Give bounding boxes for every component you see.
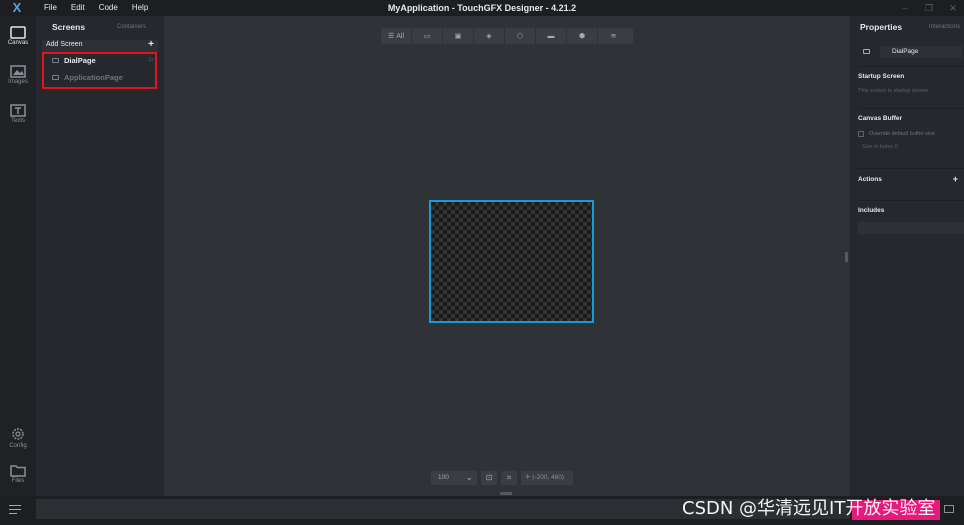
nav-rail: Canvas Images Texts Config Files (0, 16, 36, 496)
rail-canvas-button[interactable]: Canvas (0, 22, 36, 56)
add-action-button[interactable]: + (953, 174, 958, 184)
stack-icon: ≋ (610, 33, 617, 40)
images-icon (10, 65, 26, 78)
startup-screen-title: Startup Screen (858, 73, 905, 80)
actions-title: Actions (858, 176, 882, 183)
crop-icon: ⌗ (506, 473, 512, 482)
panel-splitter-handle[interactable] (845, 252, 848, 262)
includes-section: Includes (858, 207, 964, 214)
layers-icon: ◈ (486, 33, 492, 40)
title-bar: X File Edit Code Help MyApplication - To… (0, 0, 964, 16)
fit-icon: ⊡ (485, 473, 493, 482)
rail-canvas-label: Canvas (7, 40, 29, 46)
touchgfx-logo: X (12, 0, 22, 15)
screen-canvas[interactable] (429, 200, 594, 323)
startup-screen-section: Startup Screen This screen is startup sc… (858, 73, 964, 94)
zoom-select[interactable]: 100 ⌄ (431, 471, 477, 485)
shapes-icon: ⬡ (516, 33, 524, 40)
rail-config-button[interactable]: Config (0, 422, 36, 456)
toolbar-cube-button[interactable]: ⬢ (567, 28, 598, 44)
menu-bar: File Edit Code Help (44, 0, 162, 16)
canvas-buffer-section: Canvas Buffer Override default buffer si… (858, 115, 964, 150)
tab-screens[interactable]: Screens (52, 22, 85, 32)
canvas-buffer-title: Canvas Buffer (858, 115, 903, 122)
gear-icon (12, 428, 24, 440)
image-icon: ▣ (454, 33, 462, 40)
divider (858, 108, 964, 109)
rail-files-button[interactable]: Files (0, 460, 36, 494)
tab-properties[interactable]: Properties (860, 22, 902, 32)
rail-texts-label: Texts (10, 118, 25, 124)
list-icon: ☰ (387, 33, 397, 40)
toolbar-image-button[interactable]: ▣ (443, 28, 474, 44)
rail-images-label: Images (8, 79, 28, 85)
minimize-icon[interactable]: – (900, 3, 910, 13)
divider (858, 168, 964, 169)
buffer-size-field: Size in bytes 0 (862, 144, 898, 150)
includes-field[interactable] (858, 222, 964, 234)
toolbar-container-button[interactable]: ▬ (536, 28, 567, 44)
menu-file[interactable]: File (44, 0, 64, 16)
add-screen-label: Add Screen (46, 41, 83, 48)
crop-button[interactable]: ⌗ (501, 471, 517, 485)
tab-interactions[interactable]: Interactions (929, 24, 960, 30)
rail-config-label: Config (9, 443, 27, 449)
texts-icon (10, 104, 26, 117)
screen-name-row: DialPage (858, 46, 962, 58)
actions-section: Actions + (858, 174, 964, 184)
includes-title: Includes (858, 207, 885, 214)
cube-icon: ⬢ (578, 33, 586, 40)
canvas-icon (10, 26, 26, 39)
chevron-down-icon: ⌄ (465, 472, 473, 482)
coords-value: (-200, 460) (532, 474, 565, 481)
screen-icon: ▭ (423, 33, 431, 40)
menu-help[interactable]: Help (132, 0, 155, 16)
canvas-bottom-toolbar: 100 ⌄ ⊡ ⌗ ✛ (-200, 460) (431, 471, 573, 487)
folder-icon (10, 465, 26, 477)
canvas-area: ☰ All ▭ ▣ ◈ ⬡ ▬ ⬢ ≋ 100 ⌄ ⊡ ⌗ ✛ (-200, 4… (164, 16, 850, 496)
bottom-splitter-handle[interactable] (500, 492, 512, 495)
tab-containers[interactable]: Containers (117, 24, 146, 30)
override-buffer-checkbox[interactable] (858, 130, 864, 137)
toolbar-screen-button[interactable]: ▭ (412, 28, 443, 44)
hamburger-menu-icon[interactable] (9, 505, 21, 514)
override-buffer-label: Override default buffer size (869, 130, 935, 137)
properties-panel: Properties Interactions DialPage Startup… (850, 16, 964, 496)
menu-code[interactable]: Code (99, 0, 125, 16)
toolbar-all-label: All (396, 32, 404, 40)
container-icon: ▬ (547, 32, 555, 40)
rail-files-label: Files (11, 478, 25, 484)
maximize-icon[interactable]: ❐ (924, 3, 934, 13)
rail-images-button[interactable]: Images (0, 61, 36, 95)
override-buffer-row[interactable]: Override default buffer size (858, 129, 964, 138)
toolbar-stack-button[interactable]: ≋ (598, 28, 629, 44)
screen-icon (863, 49, 870, 54)
close-icon[interactable]: ✕ (948, 3, 958, 13)
zoom-value: 100 (438, 474, 449, 481)
startup-screen-note: This screen is startup screen (858, 88, 929, 94)
divider (858, 66, 964, 67)
cursor-coordinates: ✛ (-200, 460) (521, 471, 573, 485)
toolbar-all-button[interactable]: ☰ All (381, 28, 412, 44)
plus-icon: + (148, 39, 154, 50)
fit-to-screen-button[interactable]: ⊡ (481, 471, 497, 485)
divider (858, 200, 964, 201)
add-screen-button[interactable]: Add Screen + (42, 39, 158, 52)
annotation-highlight-box (42, 52, 157, 89)
csdn-watermark: CSDN @华清远见IT开放实验室 (682, 498, 936, 519)
rail-texts-button[interactable]: Texts (0, 100, 36, 134)
toolbar-shapes-button[interactable]: ⬡ (505, 28, 536, 44)
widget-toolbar: ☰ All ▭ ▣ ◈ ⬡ ▬ ⬢ ≋ (381, 28, 633, 44)
screens-panel-tabs: Screens Containers (36, 16, 164, 38)
menu-edit[interactable]: Edit (71, 0, 92, 16)
screen-name-field[interactable]: DialPage (880, 46, 962, 58)
code-icon[interactable] (944, 505, 954, 513)
toolbar-layers-button[interactable]: ◈ (474, 28, 505, 44)
window-controls: – ❐ ✕ (900, 0, 958, 16)
